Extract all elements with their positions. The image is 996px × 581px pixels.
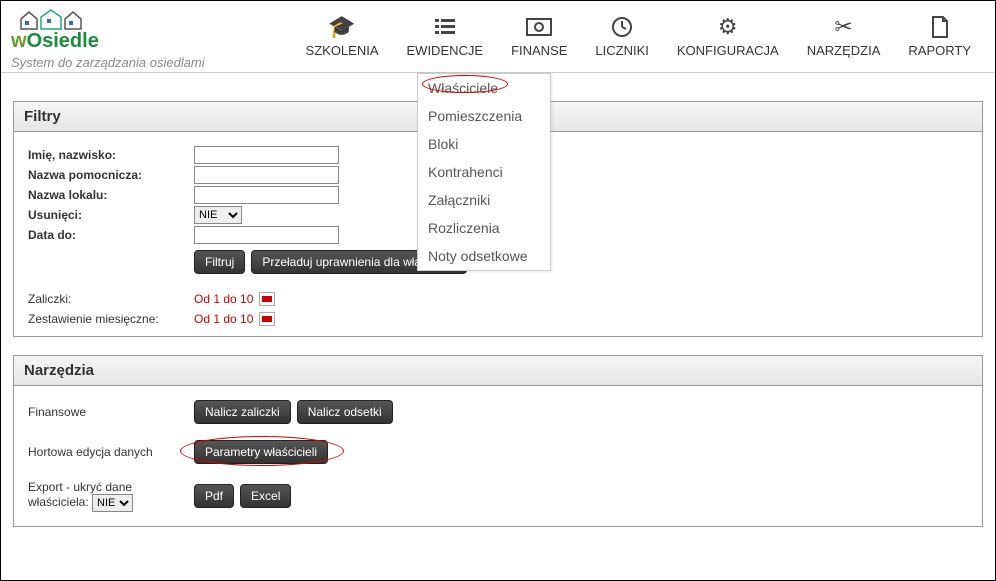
nav-label: LICZNIKI bbox=[595, 43, 648, 58]
clock-icon bbox=[595, 13, 648, 41]
document-icon bbox=[908, 13, 971, 41]
tools-panel: Narzędzia Finansowe Nalicz zaliczki Nali… bbox=[13, 355, 983, 527]
pdf-icon[interactable] bbox=[259, 292, 275, 306]
graduation-icon: 🎓 bbox=[306, 13, 379, 41]
date-to-input[interactable] bbox=[194, 226, 339, 244]
export-hide-select[interactable]: NIE bbox=[92, 494, 133, 512]
logo-text: wOsiedle bbox=[11, 30, 292, 53]
aux-name-input[interactable] bbox=[194, 166, 339, 184]
name-label: Imię, nazwisko: bbox=[28, 148, 194, 162]
deleted-label: Usunięci: bbox=[28, 208, 194, 222]
export-pdf-button[interactable]: Pdf bbox=[194, 484, 234, 508]
nav-label: NARZĘDZIA bbox=[807, 43, 881, 58]
nav-narzedzia[interactable]: ✂ NARZĘDZIA bbox=[793, 13, 895, 58]
nav-label: RAPORTY bbox=[908, 43, 971, 58]
dropdown-label: Właściciele bbox=[428, 80, 498, 96]
filter-button[interactable]: Filtruj bbox=[194, 250, 245, 274]
zaliczki-link[interactable]: Od 1 do 10 bbox=[194, 292, 253, 306]
logo-prefix: w bbox=[11, 30, 27, 52]
nalicz-zaliczki-button[interactable]: Nalicz zaliczki bbox=[194, 400, 291, 424]
tagline: System do zarządzania osiedlami bbox=[11, 55, 292, 71]
tools-body: Finansowe Nalicz zaliczki Nalicz odsetki… bbox=[14, 386, 982, 526]
dropdown-noty[interactable]: Noty odsetkowe bbox=[418, 242, 550, 270]
zestawienie-label: Zestawienie miesięczne: bbox=[28, 312, 194, 326]
dropdown-rozliczenia[interactable]: Rozliczenia bbox=[418, 214, 550, 242]
header: wOsiedle System do zarządzania osiedlami… bbox=[1, 1, 995, 73]
ewidencje-dropdown: Właściciele Pomieszczenia Bloki Kontrahe… bbox=[417, 73, 551, 271]
deleted-select[interactable]: NIE bbox=[194, 206, 242, 224]
scissors-icon: ✂ bbox=[807, 13, 881, 41]
nav-liczniki[interactable]: LICZNIKI bbox=[581, 13, 662, 58]
finansowe-label: Finansowe bbox=[28, 405, 194, 419]
export-label: Export - ukryć dane właściciela: NIE bbox=[28, 480, 194, 512]
nav-konfiguracja[interactable]: ⚙ KONFIGURACJA bbox=[663, 13, 793, 58]
pdf-icon[interactable] bbox=[259, 312, 275, 326]
logo-icon bbox=[11, 7, 101, 31]
nav-ewidencje[interactable]: EWIDENCJE bbox=[393, 13, 498, 58]
logo-suffix: Osiedle bbox=[27, 30, 99, 52]
dropdown-kontrahenci[interactable]: Kontrahenci bbox=[418, 158, 550, 186]
parametry-wlascicieli-button[interactable]: Parametry właścicieli bbox=[194, 440, 328, 464]
local-name-label: Nazwa lokalu: bbox=[28, 188, 194, 202]
nalicz-odsetki-button[interactable]: Nalicz odsetki bbox=[297, 400, 393, 424]
nav-finanse[interactable]: FINANSE bbox=[497, 13, 581, 58]
nav-label: KONFIGURACJA bbox=[677, 43, 779, 58]
name-input[interactable] bbox=[194, 146, 339, 164]
hortowa-label: Hortowa edycja danych bbox=[28, 445, 194, 459]
zaliczki-label: Zaliczki: bbox=[28, 292, 194, 306]
tools-panel-title: Narzędzia bbox=[14, 356, 982, 386]
export-excel-button[interactable]: Excel bbox=[240, 484, 291, 508]
nav-label: EWIDENCJE bbox=[407, 43, 484, 58]
dropdown-bloki[interactable]: Bloki bbox=[418, 130, 550, 158]
dropdown-pomieszczenia[interactable]: Pomieszczenia bbox=[418, 102, 550, 130]
logo-area: wOsiedle System do zarządzania osiedlami bbox=[11, 5, 292, 71]
nav-szkolenia[interactable]: 🎓 SZKOLENIA bbox=[292, 13, 393, 58]
nav-label: SZKOLENIA bbox=[306, 43, 379, 58]
dropdown-wlasciciele[interactable]: Właściciele bbox=[418, 74, 550, 102]
list-icon bbox=[407, 13, 484, 41]
nav-raporty[interactable]: RAPORTY bbox=[894, 13, 985, 58]
date-to-label: Data do: bbox=[28, 228, 194, 242]
money-icon bbox=[511, 13, 567, 41]
main-nav: 🎓 SZKOLENIA EWIDENCJE FINANSE LICZNIKI ⚙… bbox=[292, 5, 985, 58]
local-name-input[interactable] bbox=[194, 186, 339, 204]
aux-name-label: Nazwa pomocnicza: bbox=[28, 168, 194, 182]
nav-label: FINANSE bbox=[511, 43, 567, 58]
dropdown-zalaczniki[interactable]: Załączniki bbox=[418, 186, 550, 214]
zestawienie-link[interactable]: Od 1 do 10 bbox=[194, 312, 253, 326]
gear-icon: ⚙ bbox=[677, 13, 779, 41]
